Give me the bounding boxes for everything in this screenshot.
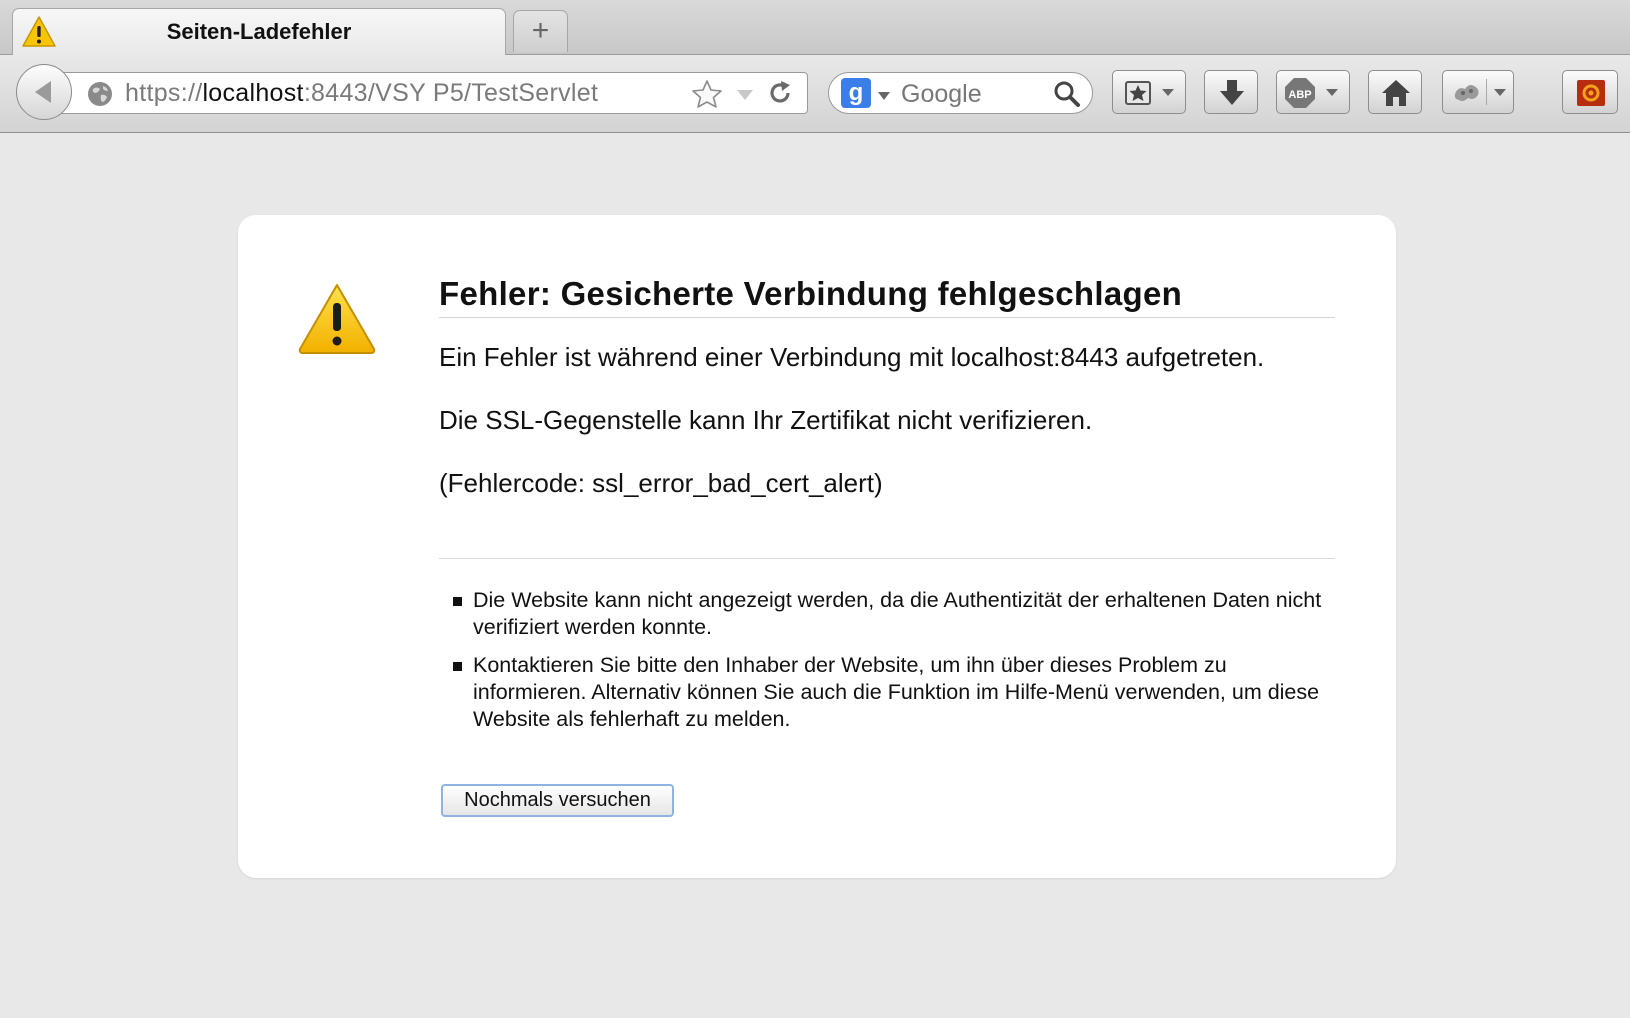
back-arrow-icon bbox=[35, 81, 51, 103]
search-engine-dropdown-icon[interactable] bbox=[877, 88, 891, 106]
error-description: Ein Fehler ist während einer Verbindung … bbox=[439, 341, 1319, 530]
extension-button[interactable] bbox=[1562, 70, 1618, 114]
hint-text: Kontaktieren Sie bitte den Inhaber der W… bbox=[473, 653, 1320, 731]
nav-toolbar: https://localhost:8443/VSY P5/TestServle… bbox=[0, 55, 1630, 133]
addon-icon bbox=[1454, 85, 1479, 102]
list-item: Die Website kann nicht angezeigt werden,… bbox=[439, 587, 1339, 641]
retry-button[interactable]: Nochmals versuchen bbox=[441, 784, 674, 817]
home-icon bbox=[1382, 80, 1410, 106]
tab-strip: Seiten-Ladefehler + bbox=[0, 0, 1630, 55]
history-dropdown-icon[interactable] bbox=[735, 88, 755, 107]
star-icon[interactable] bbox=[691, 79, 723, 114]
back-button[interactable] bbox=[16, 64, 72, 120]
button-separator bbox=[1486, 79, 1487, 105]
divider bbox=[439, 558, 1335, 559]
warning-icon bbox=[296, 281, 378, 362]
search-bar[interactable]: g Google bbox=[828, 72, 1093, 114]
tab-active[interactable]: Seiten-Ladefehler bbox=[12, 8, 506, 55]
search-input[interactable]: Google bbox=[901, 80, 982, 109]
error-message: Ein Fehler ist während einer Verbindung … bbox=[439, 342, 1265, 372]
adblock-icon: ABP bbox=[1285, 78, 1315, 108]
bookmarks-icon bbox=[1125, 81, 1151, 105]
home-button[interactable] bbox=[1368, 70, 1422, 114]
search-icon[interactable] bbox=[1053, 80, 1081, 113]
chevron-down-icon bbox=[1326, 89, 1338, 96]
error-card: Fehler: Gesicherte Verbindung fehlgeschl… bbox=[238, 215, 1396, 878]
addon-button[interactable] bbox=[1442, 70, 1514, 114]
download-icon bbox=[1220, 80, 1244, 105]
tab-title: Seiten-Ladefehler bbox=[166, 19, 352, 44]
reload-icon[interactable] bbox=[767, 80, 793, 111]
url-host: localhost bbox=[202, 79, 304, 107]
adblock-button[interactable]: ABP bbox=[1276, 70, 1350, 114]
error-code: (Fehlercode: ssl_error_bad_cert_alert) bbox=[439, 468, 883, 498]
error-title: Fehler: Gesicherte Verbindung fehlgeschl… bbox=[439, 275, 1335, 318]
new-tab-button[interactable]: + bbox=[513, 10, 568, 52]
adblock-label: ABP bbox=[1288, 89, 1311, 101]
bookmarks-button[interactable] bbox=[1112, 70, 1186, 114]
bullet-icon bbox=[453, 597, 462, 606]
url-scheme: https:// bbox=[125, 79, 203, 107]
warning-icon bbox=[21, 15, 57, 49]
hint-text: Die Website kann nicht angezeigt werden,… bbox=[473, 588, 1322, 639]
bullet-icon bbox=[453, 662, 462, 671]
url-path: :8443/VSY P5/TestServlet bbox=[303, 79, 599, 107]
error-hints-list: Die Website kann nicht angezeigt werden,… bbox=[439, 587, 1339, 744]
download-button[interactable] bbox=[1204, 70, 1258, 114]
globe-icon[interactable] bbox=[87, 81, 113, 112]
error-ssl-message: Die SSL-Gegenstelle kann Ihr Zertifikat … bbox=[439, 405, 1093, 435]
chevron-down-icon bbox=[1494, 89, 1506, 96]
list-item: Kontaktieren Sie bitte den Inhaber der W… bbox=[439, 652, 1339, 733]
search-engine-icon[interactable]: g bbox=[841, 78, 871, 108]
url-text[interactable]: https://localhost:8443/VSY P5/TestServle… bbox=[125, 79, 598, 108]
extension-icon bbox=[1577, 80, 1605, 106]
url-bar[interactable]: https://localhost:8443/VSY P5/TestServle… bbox=[50, 72, 808, 114]
chevron-down-icon bbox=[1162, 89, 1174, 96]
